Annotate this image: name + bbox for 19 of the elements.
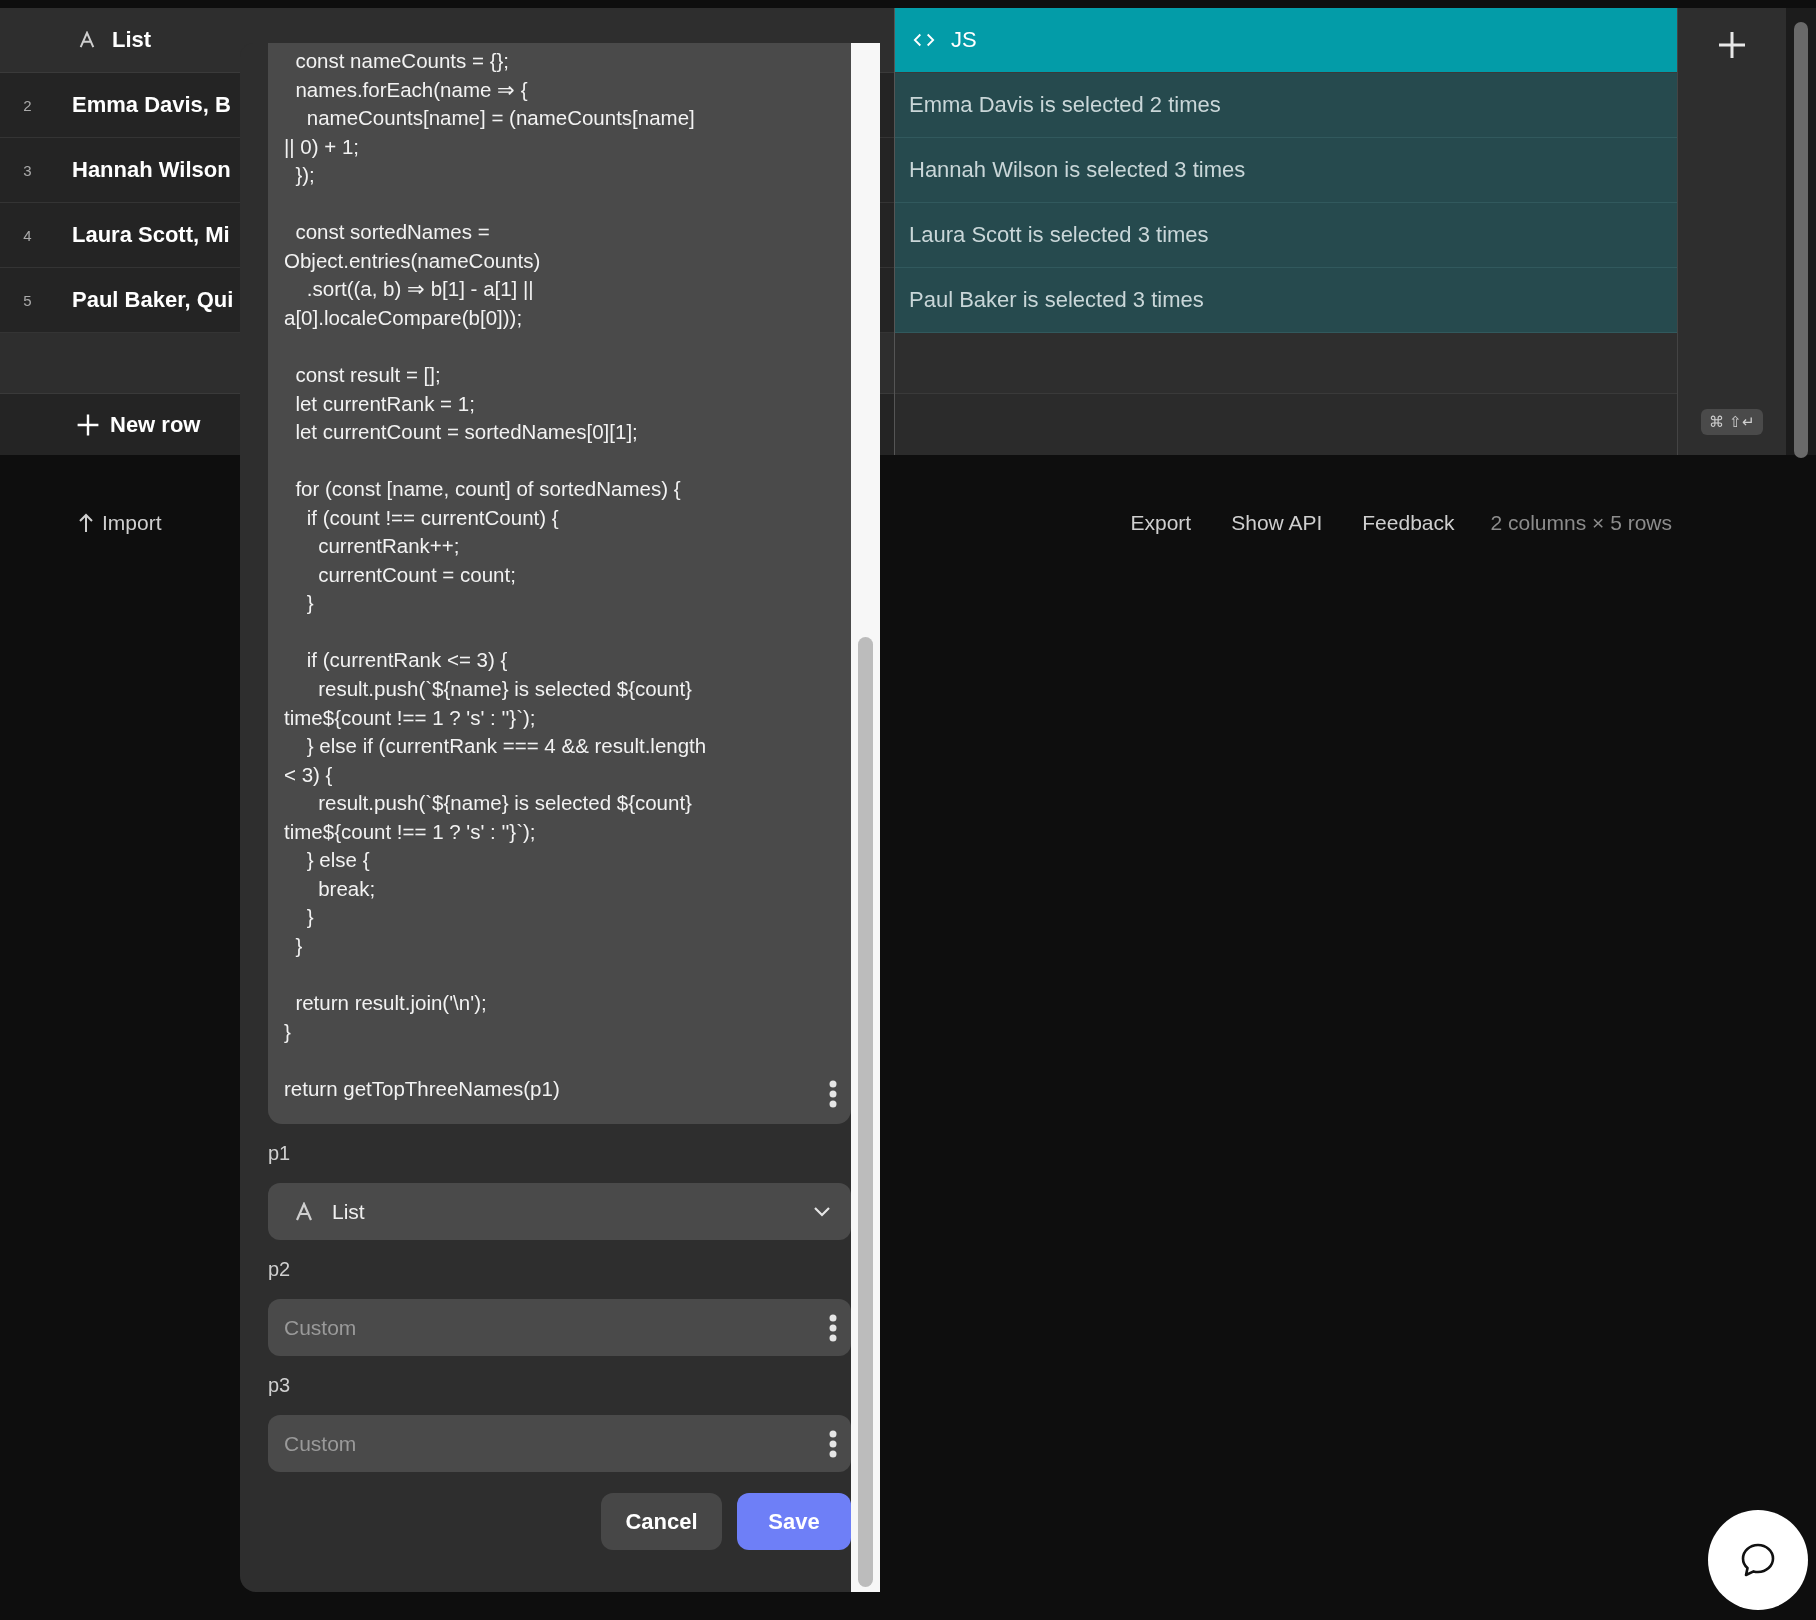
table-cell-text: Hannah Wilson is selected 3 times [908,157,1246,183]
table-cell: Emma Davis, B [72,92,231,118]
table-cell-text: Paul Baker is selected 3 times [908,287,1204,313]
table-cell: Paul Baker, Qui [72,287,234,313]
table-cell: Laura Scott, Mi [72,222,230,248]
parameter-label: p1 [268,1141,292,1166]
column-title: List [112,27,152,53]
table-cell-text: Emma Davis is selected 2 times [908,92,1221,118]
column-title: JS [951,27,977,53]
table-summary: 2 columns × 5 rows [1490,511,1672,535]
parameter-label: p3 [268,1373,292,1398]
row-number: 2 [22,96,33,114]
parameter-label: p2 [268,1257,292,1282]
table-cell-text: Laura Scott is selected 3 times [908,222,1209,248]
table-cell: Hannah Wilson [72,157,231,183]
row-number: 3 [22,161,33,179]
shortcut-hint: ⌘ ⇧↵ [1701,409,1763,435]
row-number: 5 [22,291,33,309]
row-number: 4 [22,226,33,244]
